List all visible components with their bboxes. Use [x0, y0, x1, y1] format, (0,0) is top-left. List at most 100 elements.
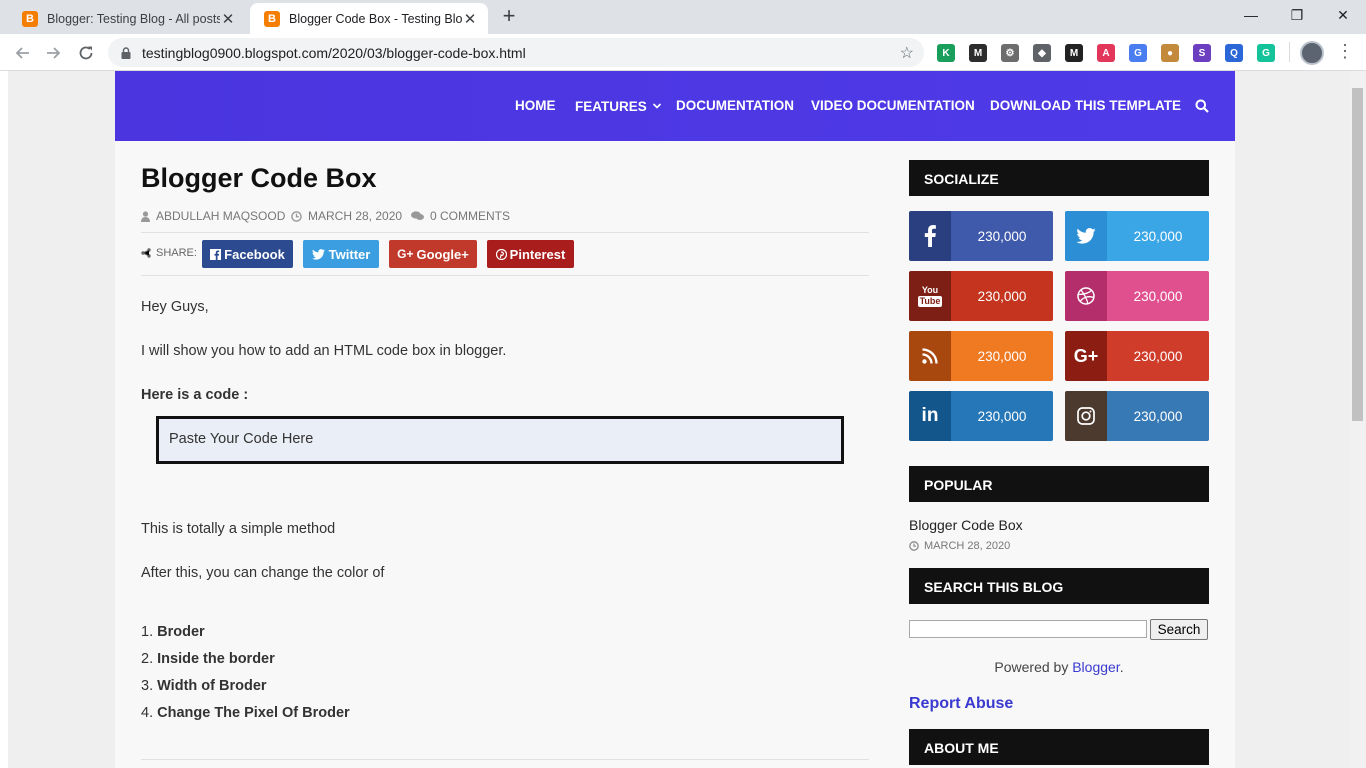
nav-download-template[interactable]: DOWNLOAD THIS TEMPLATE: [990, 98, 1181, 114]
blog-container: HOME FEATURES DOCUMENTATION VIDEO DOCUME…: [115, 71, 1235, 768]
social-count: 230,000: [1107, 331, 1209, 381]
social-count: 230,000: [951, 331, 1053, 381]
share-google-plus-button[interactable]: G+ Google+: [389, 240, 477, 268]
tab-all-posts[interactable]: B Blogger: Testing Blog - All posts ✕: [8, 3, 246, 34]
share-twitter-label: Twitter: [328, 246, 371, 262]
powered-by: Powered by Blogger.: [909, 659, 1209, 675]
chevron-down-icon: [652, 103, 661, 109]
divider: [141, 275, 869, 276]
nav-features-label: FEATURES: [575, 98, 647, 114]
author-name: ABDULLAH MAQSOOD: [156, 209, 286, 223]
google-plus-icon: G+: [1065, 331, 1107, 381]
m-extension-icon[interactable]: M: [969, 44, 987, 62]
share-facebook-button[interactable]: Facebook: [202, 240, 293, 268]
close-tab-icon[interactable]: ✕: [220, 11, 236, 28]
address-bar[interactable]: testingblog0900.blogspot.com/2020/03/blo…: [108, 38, 924, 67]
share-icon: [141, 248, 151, 258]
social-instagram[interactable]: 230,000: [1065, 391, 1209, 441]
search-heading: SEARCH THIS BLOG: [909, 568, 1209, 604]
social-google-plus[interactable]: G+ 230,000: [1065, 331, 1209, 381]
twitter-icon: [1065, 211, 1107, 261]
date-text: MARCH 28, 2020: [308, 209, 403, 223]
medium-extension-icon[interactable]: M: [1065, 44, 1083, 62]
popular-date-text: MARCH 28, 2020: [924, 540, 1011, 552]
nav-features[interactable]: FEATURES: [575, 98, 662, 114]
social-linkedin[interactable]: in 230,000: [909, 391, 1053, 441]
post-greeting: Hey Guys,: [141, 299, 209, 315]
forward-arrow-icon: [47, 47, 61, 59]
socialize-heading: SOCIALIZE: [909, 160, 1209, 196]
twitter-icon: [311, 248, 325, 260]
forward-button[interactable]: [41, 40, 67, 66]
share-text: SHARE:: [156, 247, 197, 259]
divider: [141, 759, 869, 760]
list-item: 2. Inside the border: [141, 651, 275, 667]
nav-documentation[interactable]: DOCUMENTATION: [676, 98, 794, 114]
blogger-link[interactable]: Blogger: [1072, 659, 1119, 675]
clock-icon: [291, 210, 302, 222]
nav-video-documentation[interactable]: VIDEO DOCUMENTATION: [811, 98, 975, 114]
blogger-favicon-icon: B: [264, 10, 280, 27]
minimize-button[interactable]: —: [1228, 4, 1274, 26]
powered-prefix: Powered by: [994, 659, 1073, 675]
nav-home[interactable]: HOME: [515, 98, 556, 114]
code-box[interactable]: Paste Your Code Here: [156, 416, 844, 464]
search-icon[interactable]: [1195, 99, 1209, 113]
bookmark-star-icon[interactable]: ☆: [900, 43, 914, 63]
social-count: 230,000: [951, 211, 1053, 261]
social-rss[interactable]: 230,000: [909, 331, 1053, 381]
blog-search-button[interactable]: Search: [1150, 619, 1208, 640]
browser-menu-icon[interactable]: ⋮: [1336, 40, 1354, 64]
tab-code-box[interactable]: B Blogger Code Box - Testing Blog ✕: [250, 3, 488, 34]
new-tab-button[interactable]: +: [498, 5, 520, 28]
social-twitter[interactable]: 230,000: [1065, 211, 1209, 261]
back-arrow-icon: [15, 47, 29, 59]
blogger-favicon-icon: B: [22, 10, 38, 27]
post-comments[interactable]: 0 COMMENTS: [411, 209, 510, 223]
post-after-text: After this, you can change the color of: [141, 565, 385, 581]
social-count: 230,000: [1107, 271, 1209, 321]
a-extension-icon[interactable]: A: [1097, 44, 1115, 62]
close-window-button[interactable]: ✕: [1320, 4, 1366, 26]
social-dribbble[interactable]: 230,000: [1065, 271, 1209, 321]
pinterest-icon: [495, 248, 507, 260]
share-pinterest-button[interactable]: Pinterest: [487, 240, 574, 268]
s-extension-icon[interactable]: S: [1193, 44, 1211, 62]
google-plus-icon: G+: [397, 247, 414, 261]
k-extension-icon[interactable]: K: [937, 44, 955, 62]
list-item-text: Width of Broder: [157, 678, 267, 694]
social-youtube[interactable]: You Tube 230,000: [909, 271, 1053, 321]
social-count: 230,000: [1107, 211, 1209, 261]
code-heading: Here is a code :: [141, 387, 249, 403]
profile-avatar[interactable]: [1300, 41, 1324, 65]
grammarly-extension-icon[interactable]: G: [1257, 44, 1275, 62]
post-date: MARCH 28, 2020: [291, 209, 402, 223]
gear-extension-icon[interactable]: ⚙: [1001, 44, 1019, 62]
post-author[interactable]: ABDULLAH MAQSOOD: [141, 209, 285, 223]
reload-button[interactable]: [73, 40, 99, 66]
tab-title: Blogger: Testing Blog - All posts: [47, 11, 220, 26]
post-title: Blogger Code Box: [141, 163, 377, 193]
q-extension-icon[interactable]: Q: [1225, 44, 1243, 62]
share-twitter-button[interactable]: Twitter: [303, 240, 379, 268]
fox-extension-icon[interactable]: ◆: [1033, 44, 1051, 62]
social-count: 230,000: [951, 271, 1053, 321]
popular-post-link[interactable]: Blogger Code Box: [909, 517, 1023, 533]
back-button[interactable]: [9, 40, 35, 66]
report-abuse-link[interactable]: Report Abuse: [909, 695, 1013, 713]
restore-button[interactable]: ❐: [1274, 4, 1320, 26]
blog-search-input[interactable]: [909, 620, 1147, 638]
social-facebook[interactable]: 230,000: [909, 211, 1053, 261]
translate-extension-icon[interactable]: G: [1129, 44, 1147, 62]
linkedin-icon: in: [909, 391, 951, 441]
social-count: 230,000: [1107, 391, 1209, 441]
cookie-extension-icon[interactable]: ●: [1161, 44, 1179, 62]
reload-icon: [79, 46, 93, 60]
divider: [141, 232, 869, 233]
main-nav: HOME FEATURES DOCUMENTATION VIDEO DOCUME…: [115, 71, 1235, 141]
list-item-text: Broder: [157, 624, 205, 640]
list-item: 3. Width of Broder: [141, 678, 267, 694]
scrollbar-thumb[interactable]: [1352, 88, 1363, 421]
code-text: Paste Your Code Here: [169, 431, 314, 447]
close-tab-icon[interactable]: ✕: [462, 11, 478, 28]
